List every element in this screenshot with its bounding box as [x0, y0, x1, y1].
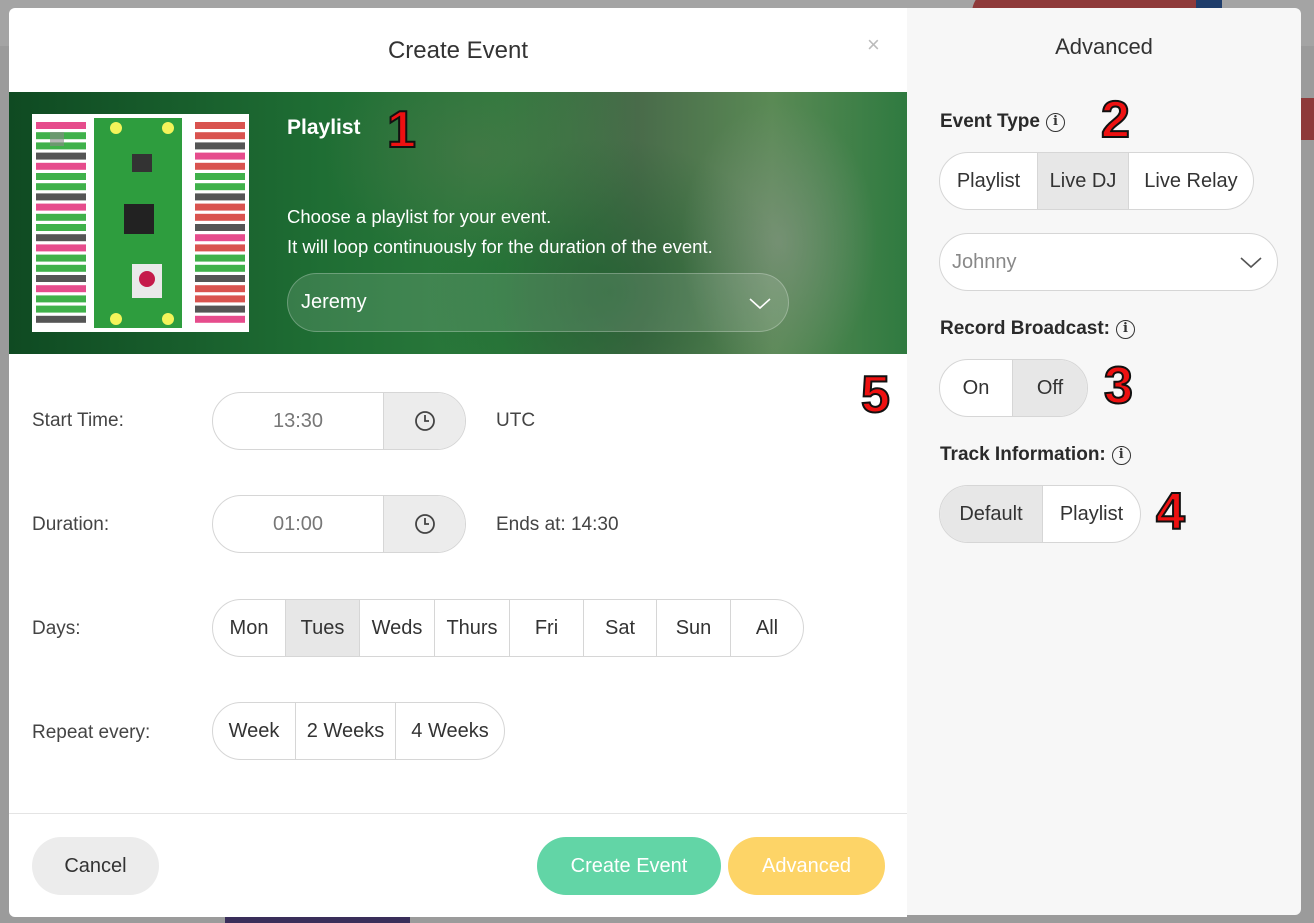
- day-option-thurs[interactable]: Thurs: [435, 600, 510, 656]
- day-option-weds[interactable]: Weds: [360, 600, 435, 656]
- advanced-button[interactable]: Advanced: [728, 837, 885, 895]
- repeat-option-2-weeks[interactable]: 2 Weeks: [296, 703, 396, 759]
- hero-description-line-1: Choose a playlist for your event.: [287, 206, 552, 227]
- event-type-selector: Playlist Live DJ Live Relay: [939, 152, 1254, 210]
- repeat-option-4-weeks[interactable]: 4 Weeks: [396, 703, 504, 759]
- advanced-title: Advanced: [1055, 34, 1153, 59]
- footer-divider: [9, 813, 907, 814]
- day-option-all[interactable]: All: [731, 600, 803, 656]
- info-icon[interactable]: i: [1045, 112, 1065, 132]
- close-icon[interactable]: ×: [867, 32, 880, 58]
- playlist-select[interactable]: Jeremy: [287, 273, 789, 332]
- track-option-playlist[interactable]: Playlist: [1043, 486, 1140, 542]
- start-time-value[interactable]: 13:30: [213, 393, 383, 449]
- event-type-label-text: Event Type: [940, 111, 1040, 132]
- annotation-5: 5: [860, 366, 891, 424]
- hero-heading: Playlist: [287, 116, 361, 139]
- timezone-label: UTC: [496, 410, 536, 431]
- duration-label: Duration:: [32, 514, 110, 535]
- record-broadcast-toggle: On Off: [939, 359, 1088, 417]
- track-information-label: Track Information: i: [940, 444, 1131, 466]
- cancel-button[interactable]: Cancel: [32, 837, 159, 895]
- event-type-option-live-dj[interactable]: Live DJ: [1038, 153, 1129, 209]
- info-icon[interactable]: i: [1116, 319, 1135, 339]
- create-event-button[interactable]: Create Event: [537, 837, 721, 895]
- chevron-down-icon: [749, 298, 771, 310]
- day-option-mon[interactable]: Mon: [213, 600, 286, 656]
- playlist-thumbnail: [32, 114, 249, 332]
- repeat-option-week[interactable]: Week: [213, 703, 296, 759]
- track-information-label-text: Track Information:: [940, 444, 1106, 465]
- clock-icon[interactable]: [383, 496, 465, 552]
- record-broadcast-label: Record Broadcast: i: [940, 318, 1135, 340]
- clock-icon[interactable]: [383, 393, 465, 449]
- chevron-down-icon: [1240, 257, 1262, 269]
- create-event-modal: Create Event × Playlist Choose a playlis…: [9, 8, 907, 917]
- day-option-tues[interactable]: Tues: [286, 600, 360, 656]
- dj-select[interactable]: Johnny: [939, 233, 1278, 291]
- repeat-selector: Week 2 Weeks 4 Weeks: [212, 702, 505, 760]
- annotation-1: 1: [386, 101, 417, 159]
- playlist-select-value: Jeremy: [301, 291, 367, 313]
- info-icon[interactable]: i: [1111, 445, 1131, 465]
- day-option-sat[interactable]: Sat: [584, 600, 657, 656]
- modal-title: Create Event: [387, 37, 529, 64]
- duration-value[interactable]: 01:00: [213, 496, 383, 552]
- day-option-sun[interactable]: Sun: [657, 600, 731, 656]
- duration-input[interactable]: 01:00: [212, 495, 466, 553]
- annotation-3: 3: [1103, 357, 1134, 415]
- track-information-selector: Default Playlist: [939, 485, 1141, 543]
- record-option-on[interactable]: On: [940, 360, 1013, 416]
- start-time-input[interactable]: 13:30: [212, 392, 466, 450]
- ends-at-label: Ends at: 14:30: [496, 514, 619, 535]
- track-option-default[interactable]: Default: [940, 486, 1043, 542]
- annotation-2: 2: [1100, 91, 1131, 149]
- playlist-hero: Playlist Choose a playlist for your even…: [9, 92, 907, 354]
- dj-select-value: Johnny: [952, 250, 1017, 273]
- record-broadcast-label-text: Record Broadcast:: [940, 318, 1110, 339]
- repeat-label: Repeat every:: [32, 722, 151, 743]
- hero-description: Choose a playlist for your event. It wil…: [287, 202, 713, 262]
- event-type-option-live-relay[interactable]: Live Relay: [1129, 153, 1253, 209]
- day-option-fri[interactable]: Fri: [510, 600, 584, 656]
- annotation-4: 4: [1155, 483, 1186, 541]
- event-type-option-playlist[interactable]: Playlist: [940, 153, 1038, 209]
- days-label: Days:: [32, 618, 81, 639]
- hero-description-line-2: It will loop continuously for the durati…: [287, 236, 713, 257]
- record-option-off[interactable]: Off: [1013, 360, 1087, 416]
- days-selector: Mon Tues Weds Thurs Fri Sat Sun All: [212, 599, 804, 657]
- start-time-label: Start Time:: [32, 410, 124, 431]
- event-type-label: Event Type i: [940, 111, 1065, 133]
